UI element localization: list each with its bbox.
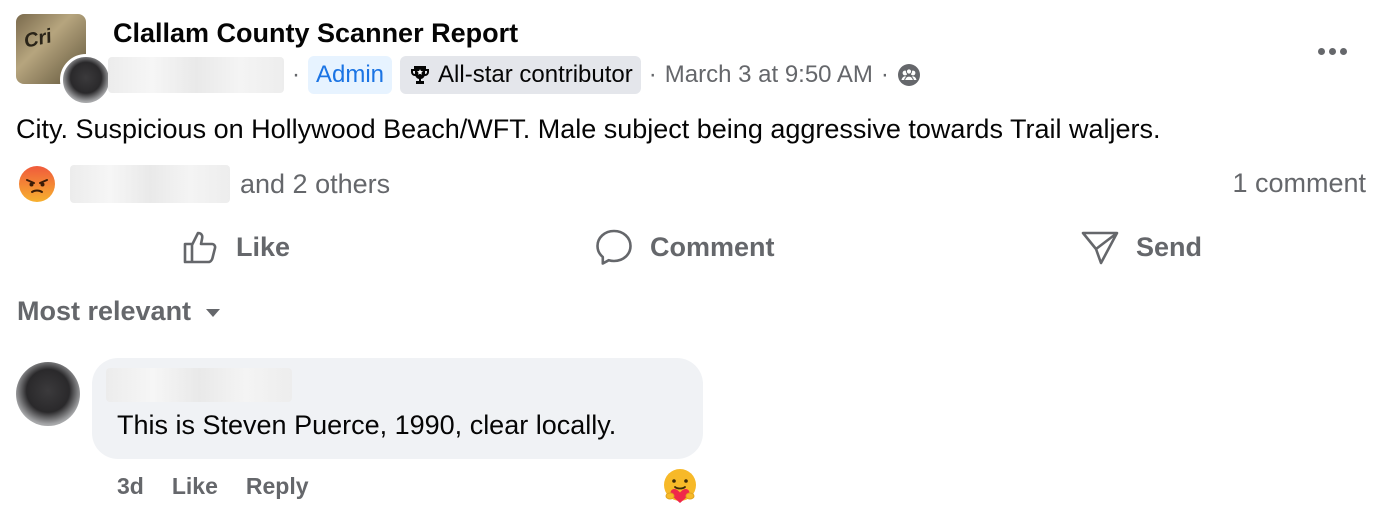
comment-like-button[interactable]: Like	[172, 473, 218, 500]
members-audience-icon	[897, 63, 920, 86]
commenter-name-redacted[interactable]	[106, 368, 292, 402]
comment-age[interactable]: 3d	[117, 473, 144, 500]
author-name-redacted[interactable]	[108, 56, 284, 93]
admin-badge[interactable]: Admin	[308, 55, 393, 94]
caret-down-icon	[206, 308, 221, 317]
all-star-label: All-star contributor	[438, 60, 633, 88]
reactors-others-text: and 2 others	[240, 168, 391, 199]
comment-reply-button[interactable]: Reply	[246, 473, 309, 500]
group-avatar[interactable]: Cri	[16, 14, 112, 106]
more-dot	[1339, 47, 1347, 55]
sort-label: Most relevant	[17, 296, 192, 326]
all-star-badge[interactable]: All-star contributor	[400, 55, 641, 94]
reactions-summary[interactable]: and 2 others	[18, 164, 390, 204]
trophy-icon	[411, 65, 430, 84]
post-timestamp[interactable]: March 3 at 9:50 AM	[665, 61, 873, 89]
comment-text: This is Steven Puerce, 1990, clear local…	[117, 410, 617, 440]
reactor-names-redacted	[70, 165, 230, 203]
like-label: Like	[236, 231, 291, 262]
post-actions: Like Comment Send	[0, 222, 1378, 272]
comment-bubble-icon	[596, 229, 632, 265]
comment-sort-dropdown[interactable]: Most relevant	[17, 296, 223, 327]
more-dot	[1317, 47, 1325, 55]
comment-button[interactable]: Comment	[594, 222, 775, 272]
angry-reaction-icon	[19, 166, 55, 202]
thumbs-up-icon	[183, 231, 217, 264]
comment-label: Comment	[650, 231, 775, 262]
separator-dot: ·	[880, 60, 889, 88]
comment-actions: 3d Like Reply	[117, 473, 309, 500]
more-options-button[interactable]	[1312, 38, 1352, 64]
commenter-avatar[interactable]	[16, 362, 80, 426]
care-hug-reaction-icon[interactable]	[660, 466, 700, 506]
send-button[interactable]: Send	[1080, 222, 1202, 272]
comment-bubble: This is Steven Puerce, 1990, clear local…	[92, 358, 703, 459]
send-label: Send	[1136, 231, 1203, 262]
group-name[interactable]: Clallam County Scanner Report	[113, 18, 518, 49]
send-icon	[1081, 231, 1119, 265]
comment-count[interactable]: 1 comment	[1232, 168, 1366, 199]
author-avatar[interactable]	[60, 54, 112, 106]
post-text: City. Suspicious on Hollywood Beach/WFT.…	[16, 114, 1161, 144]
separator-dot: ·	[292, 60, 300, 88]
post-meta: · Admin All-star contributor · March 3 a…	[108, 55, 921, 94]
more-dot	[1328, 47, 1336, 55]
like-button[interactable]: Like	[180, 222, 290, 272]
separator-dot: ·	[648, 60, 657, 88]
